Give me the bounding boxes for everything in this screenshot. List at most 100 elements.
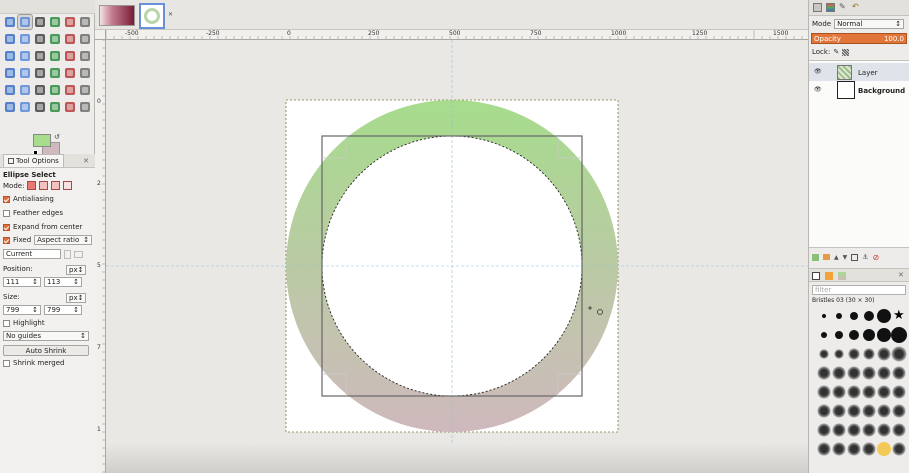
raise-layer-icon[interactable]: ▲	[834, 254, 839, 261]
highlight-option[interactable]: Highlight	[3, 319, 45, 327]
image-thumbnail-2[interactable]	[139, 3, 165, 29]
brush-thumbnail[interactable]	[848, 348, 860, 360]
layer-row-layer[interactable]: 👁 Layer	[809, 63, 909, 81]
canvas-drawing[interactable]	[106, 40, 808, 473]
paintbrush-icon[interactable]	[33, 83, 47, 97]
brush-thumbnail[interactable]	[847, 442, 861, 456]
brush-thumbnail[interactable]	[819, 349, 829, 359]
vertical-ruler[interactable]: 0 2 5 7 1	[95, 40, 106, 473]
brush-thumbnail[interactable]	[877, 309, 891, 323]
airbrush-icon[interactable]	[63, 83, 77, 97]
landscape-icon[interactable]	[74, 250, 83, 258]
brush-thumbnail[interactable]	[892, 442, 906, 456]
brush-thumbnail[interactable]	[817, 385, 831, 399]
size-unit[interactable]: px ↕	[66, 293, 86, 303]
lock-alpha-icon[interactable]	[842, 48, 850, 56]
layers-tab-icon[interactable]	[813, 3, 822, 12]
expand-from-center-checkbox[interactable]	[3, 223, 10, 231]
brush-thumbnail[interactable]	[863, 348, 875, 360]
bucket-fill-icon[interactable]	[78, 66, 92, 80]
size-w-field[interactable]: 799 ↕	[3, 305, 41, 315]
antialiasing-checkbox[interactable]	[3, 195, 10, 203]
shrink-merged-option[interactable]: Shrink merged	[3, 359, 65, 367]
anchor-icon[interactable]: ⚓	[862, 253, 868, 261]
brush-thumbnail[interactable]	[832, 423, 846, 437]
warp-icon[interactable]	[48, 66, 62, 80]
brush-thumbnail[interactable]	[864, 311, 874, 321]
new-layer-icon[interactable]	[812, 253, 819, 261]
brush-thumbnail[interactable]: ★	[893, 309, 905, 322]
brush-thumbnail[interactable]	[817, 366, 831, 380]
feather-edges-option[interactable]: Feather edges	[3, 209, 63, 217]
brush-thumbnail[interactable]	[832, 404, 846, 418]
flip-icon[interactable]	[3, 66, 17, 80]
highlight-checkbox[interactable]	[3, 319, 10, 327]
rect-select-icon[interactable]	[3, 15, 17, 29]
eraser-icon[interactable]	[48, 83, 62, 97]
mypaint-icon[interactable]	[78, 100, 92, 114]
duplicate-layer-icon[interactable]	[851, 253, 859, 261]
auto-shrink-button[interactable]: Auto Shrink	[3, 345, 89, 356]
crop-icon[interactable]	[18, 49, 32, 63]
image-thumbnail-1[interactable]	[99, 5, 135, 26]
fuzzy-select-icon[interactable]	[48, 15, 62, 29]
antialiasing-option[interactable]: Antialiasing	[3, 195, 54, 203]
shear-icon[interactable]	[63, 49, 77, 63]
paths-tab-icon[interactable]: ✎	[839, 2, 846, 11]
brush-thumbnail[interactable]	[877, 366, 891, 380]
brush-thumbnail[interactable]	[862, 385, 876, 399]
brush-thumbnail[interactable]	[892, 404, 906, 418]
brush-thumbnail[interactable]	[847, 404, 861, 418]
scale-icon[interactable]	[48, 49, 62, 63]
brush-thumbnail[interactable]	[877, 442, 891, 456]
move-icon[interactable]	[78, 32, 92, 46]
blur-icon[interactable]	[63, 100, 77, 114]
brush-thumbnail[interactable]	[847, 385, 861, 399]
position-x-field[interactable]: 111 ↕	[3, 277, 41, 287]
mode-add-button[interactable]	[39, 181, 49, 190]
rotate-icon[interactable]	[33, 49, 47, 63]
brush-thumbnail[interactable]	[834, 349, 844, 359]
brush-filter[interactable]: filter	[812, 285, 906, 295]
brush-thumbnail[interactable]	[822, 314, 826, 318]
brush-thumbnail[interactable]	[817, 423, 831, 437]
brush-thumbnail[interactable]	[891, 327, 907, 343]
ellipse-select-icon[interactable]	[17, 14, 33, 30]
brush-thumbnail[interactable]	[877, 423, 891, 437]
brush-thumbnail[interactable]	[862, 366, 876, 380]
brush-thumbnail[interactable]	[832, 366, 846, 380]
brush-thumbnail[interactable]	[862, 423, 876, 437]
text-icon[interactable]	[63, 66, 77, 80]
image-canvas[interactable]	[106, 40, 808, 473]
channels-tab-icon[interactable]	[826, 3, 835, 12]
brush-thumbnail[interactable]	[877, 385, 891, 399]
brush-thumbnail[interactable]	[847, 423, 861, 437]
brush-thumbnail[interactable]	[817, 442, 831, 456]
measure-icon[interactable]	[63, 32, 77, 46]
eye-icon[interactable]: 👁	[814, 68, 822, 75]
brush-thumbnail[interactable]	[835, 331, 843, 339]
undo-tab-icon[interactable]: ↶	[852, 2, 859, 11]
mode-replace-button[interactable]	[27, 181, 37, 190]
mode-intersect-button[interactable]	[63, 181, 73, 190]
brush-thumbnail[interactable]	[847, 366, 861, 380]
portrait-icon[interactable]	[64, 249, 71, 259]
brush-thumbnail[interactable]	[863, 329, 875, 341]
close-icon[interactable]: ✕	[898, 271, 904, 279]
unified-transform-icon[interactable]	[33, 66, 47, 80]
size-h-field[interactable]: 799 ↕	[44, 305, 82, 315]
brush-thumbnail[interactable]	[836, 313, 842, 319]
color-picker-icon[interactable]	[33, 32, 47, 46]
shrink-merged-checkbox[interactable]	[3, 359, 10, 367]
layer-row-background[interactable]: 👁 Background	[809, 81, 909, 99]
brush-thumbnail[interactable]	[892, 385, 906, 399]
eye-icon[interactable]: 👁	[814, 86, 822, 93]
brush-thumbnail[interactable]	[862, 442, 876, 456]
brush-thumbnail[interactable]	[821, 332, 827, 338]
color-select-icon[interactable]	[63, 15, 77, 29]
tab-tool-options[interactable]: Tool Options	[3, 154, 64, 167]
fixed-checkbox[interactable]	[3, 236, 10, 244]
brush-thumbnail[interactable]	[862, 404, 876, 418]
heal-icon[interactable]	[18, 100, 32, 114]
current-field[interactable]: Current	[3, 249, 61, 259]
